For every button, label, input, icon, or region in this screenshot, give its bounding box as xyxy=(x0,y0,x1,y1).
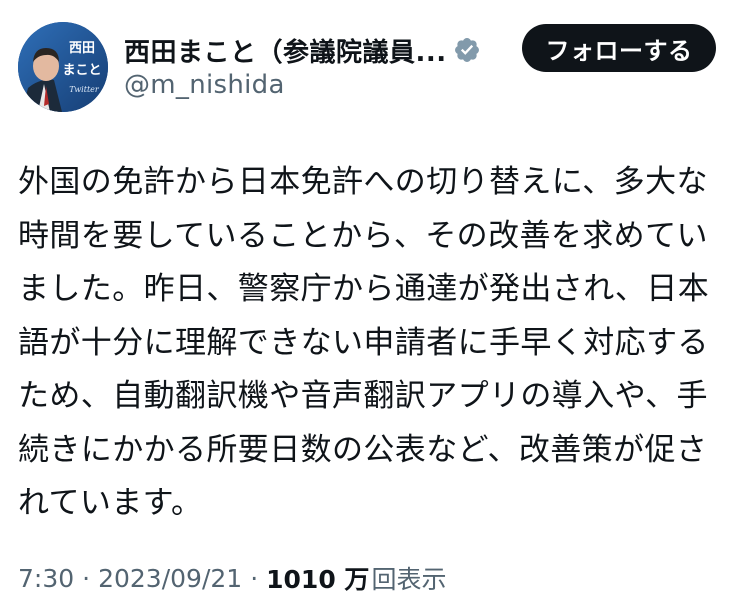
tweet-date[interactable]: 2023/09/21 xyxy=(98,564,242,593)
tweet-card: 西田 まこと Twitter 西田まこと（参議院議員... @m_nishida… xyxy=(0,0,750,606)
verified-badge-icon xyxy=(453,36,481,64)
views-count[interactable]: 1010 万 xyxy=(266,560,369,596)
tweet-meta: 7:30 · 2023/09/21 · 1010 万 回表示 xyxy=(18,560,446,596)
author-handle[interactable]: @m_nishida xyxy=(124,70,285,100)
views-label: 回表示 xyxy=(371,565,447,594)
meta-separator-2: · xyxy=(250,563,259,593)
follow-button[interactable]: フォローする xyxy=(522,24,716,72)
avatar-image: 西田 まこと Twitter xyxy=(18,22,108,112)
meta-separator-1: · xyxy=(82,563,91,593)
tweet-text: 外国の免許から日本免許への切り替えに、多大な時間を要していることから、その改善を… xyxy=(18,164,710,521)
avatar-text-2: まこと xyxy=(62,63,101,78)
avatar[interactable]: 西田 まこと Twitter xyxy=(18,22,108,112)
avatar-text-3: Twitter xyxy=(69,85,100,94)
author-display-name[interactable]: 西田まこと（参議院議員... xyxy=(124,32,447,69)
avatar-text-1: 西田 xyxy=(69,41,95,56)
tweet-time[interactable]: 7:30 xyxy=(18,564,74,593)
author-name-row: 西田まこと（参議院議員... xyxy=(124,30,481,70)
